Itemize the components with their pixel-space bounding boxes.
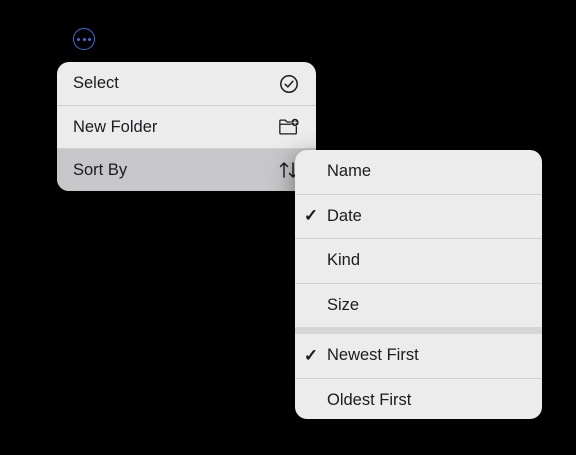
menu-item-label: Select [73,74,119,92]
screen: Select New Folder Sort By Name ✓ Date Ki… [0,0,576,455]
context-menu: Select New Folder Sort By [57,62,316,191]
sort-order-label: Newest First [327,346,419,365]
menu-item-select[interactable]: Select [57,62,316,105]
menu-item-label: New Folder [73,117,158,136]
more-options-button[interactable] [73,28,95,50]
sort-order-newest-first[interactable]: ✓ Newest First [295,334,542,378]
checkmark-icon: ✓ [303,345,319,365]
section-separator [295,327,542,334]
sort-order-oldest-first[interactable]: Oldest First [295,379,542,420]
checkmark-icon: ✓ [303,206,319,226]
sort-option-label: Kind [327,251,361,270]
sort-by-submenu: Name ✓ Date Kind Size ✓ Newest First Old… [295,150,542,419]
menu-item-label: Sort By [73,160,128,179]
ellipsis-icon-dot [88,37,91,41]
menu-item-new-folder[interactable]: New Folder [57,105,316,148]
sort-option-date[interactable]: ✓ Date [295,195,542,239]
sort-option-label: Size [327,295,360,314]
sort-option-name[interactable]: Name [295,150,542,194]
folder-plus-icon [278,116,300,138]
sort-option-label: Date [327,206,362,225]
checkmark-circle-icon [278,73,300,95]
sort-order-label: Oldest First [327,390,412,409]
sort-option-kind[interactable]: Kind [295,239,542,283]
menu-item-sort-by[interactable]: Sort By [57,148,316,191]
ellipsis-icon-dot [82,37,86,41]
sort-option-size[interactable]: Size [295,284,542,328]
ellipsis-icon-dot [77,37,80,41]
sort-option-label: Name [327,162,372,181]
